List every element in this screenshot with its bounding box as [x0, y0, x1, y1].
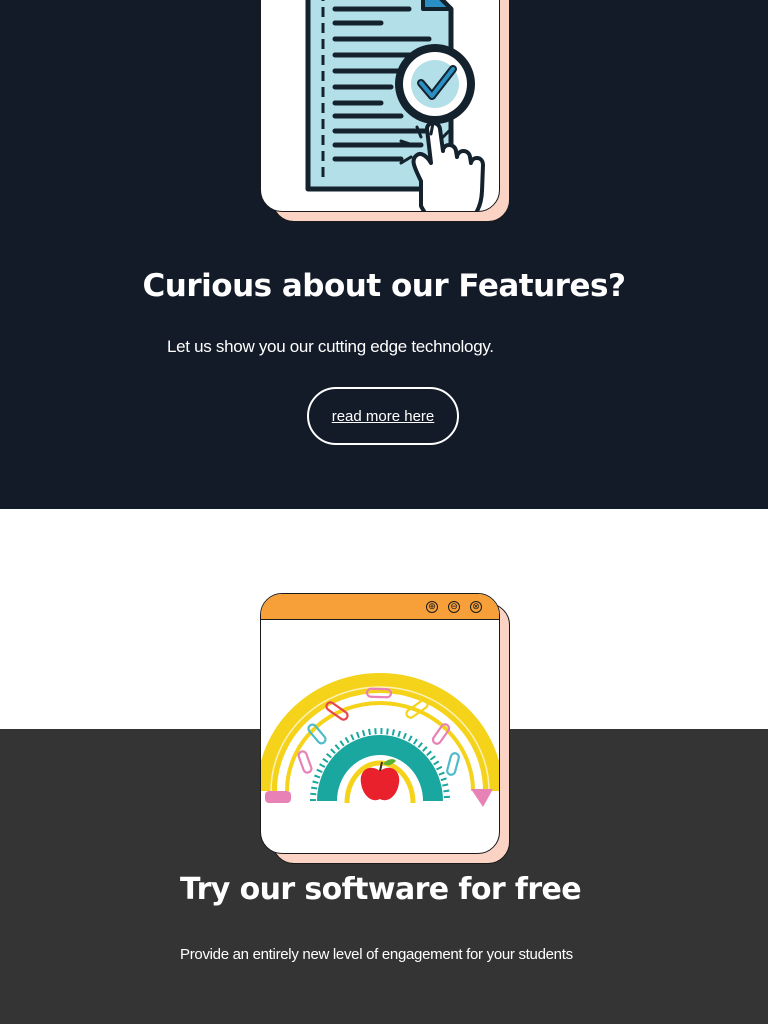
- close-icon[interactable]: ⊗: [470, 601, 482, 613]
- maximize-icon[interactable]: ⊕: [426, 601, 438, 613]
- minimize-icon[interactable]: ⊖: [448, 601, 460, 613]
- apple-icon: [360, 767, 400, 801]
- features-title: Curious about our Features?: [142, 268, 626, 304]
- read-more-button[interactable]: read more here: [307, 387, 459, 445]
- trial-description: Provide an entirely new level of engagem…: [180, 946, 573, 963]
- features-description: Let us show you our cutting edge technol…: [167, 337, 494, 356]
- trial-title: Try our software for free: [180, 872, 582, 907]
- window-card: ⊕ ⊖ ⊗: [260, 593, 500, 854]
- window-titlebar: ⊕ ⊖ ⊗: [261, 594, 499, 620]
- rainbow-school-icon: [261, 673, 499, 807]
- doc-card: [260, 0, 500, 212]
- pointer-hand-icon: [399, 121, 485, 211]
